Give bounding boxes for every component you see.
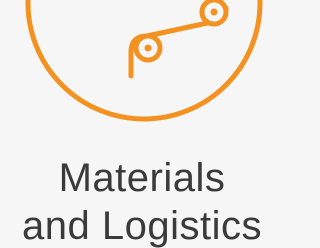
category-title-line-2: and Logistics: [22, 204, 262, 248]
category-icon-container: [0, 0, 284, 125]
category-tile[interactable]: Materials and Logistics: [0, 0, 284, 248]
conveyor-rollers-icon: [25, 0, 263, 122]
category-title-line-1: Materials: [58, 156, 226, 200]
category-title: Materials and Logistics: [0, 154, 284, 248]
